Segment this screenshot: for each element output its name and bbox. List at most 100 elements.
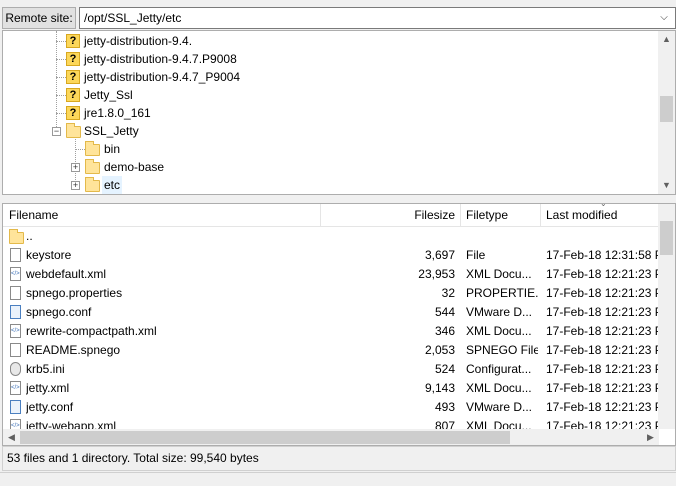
- tree-item[interactable]: − SSL_Jetty: [3, 122, 659, 140]
- folder-icon: [85, 159, 100, 174]
- tree-item[interactable]: ? jetty-distribution-9.4.7_P9004: [3, 68, 659, 86]
- tree-item-selected[interactable]: + etc: [3, 176, 659, 194]
- chevron-down-icon[interactable]: ⌵: [657, 8, 671, 28]
- file-row[interactable]: keystore 3,697 File 17-Feb-18 12:31:58 PM: [3, 246, 659, 265]
- file-list-vscrollbar[interactable]: [658, 204, 675, 429]
- tree-connector: [56, 59, 66, 60]
- tree-item-label: demo-base: [104, 160, 165, 174]
- file-name: ..: [26, 229, 33, 243]
- scroll-thumb[interactable]: [20, 431, 510, 444]
- tree-item[interactable]: ? jetty-distribution-9.4.: [3, 32, 659, 50]
- column-separator[interactable]: [320, 204, 321, 226]
- column-separator[interactable]: [540, 204, 541, 226]
- file-name: webdefault.xml: [26, 267, 107, 281]
- column-separator[interactable]: [460, 204, 461, 226]
- column-filesize[interactable]: Filesize: [328, 204, 455, 226]
- file-list-header: Filename Filesize Filetype Last modified…: [3, 204, 659, 227]
- file-row[interactable]: rewrite-compactpath.xml 346 XML Docu... 17-…: [3, 322, 659, 341]
- remote-site-label: Remote site:: [2, 7, 76, 29]
- tree-item-label: SSL_Jetty: [84, 124, 139, 138]
- tree-connector: [75, 149, 85, 150]
- tree-scrollbar[interactable]: ▲ ▼: [658, 31, 675, 194]
- file-modified: 17-Feb-18 12:31:58 PM: [546, 248, 658, 262]
- file-row[interactable]: webdefault.xml 23,953 XML Docu... 17-Feb-18…: [3, 265, 659, 284]
- file-size: 346: [434, 324, 455, 338]
- file-row[interactable]: spnego.properties 32 PROPERTIE... 17-Feb-18…: [3, 284, 659, 303]
- scroll-thumb[interactable]: [660, 221, 673, 255]
- tree-item[interactable]: bin: [3, 140, 659, 158]
- remote-directory-tree[interactable]: ? jetty-distribution-9.4. ? jetty-distri…: [2, 30, 676, 195]
- remote-path-input[interactable]: /opt/SSL_Jetty/etc ⌵: [79, 7, 676, 29]
- file-type: SPNEGO File: [466, 343, 538, 357]
- remote-site-bar: Remote site: /opt/SSL_Jetty/etc ⌵: [0, 0, 676, 34]
- column-filetype[interactable]: Filetype: [466, 204, 508, 226]
- folder-icon: [85, 177, 100, 192]
- folder-icon: [66, 123, 81, 138]
- file-size: 9,143: [424, 381, 455, 395]
- file-row[interactable]: jetty.xml 9,143 XML Docu... 17-Feb-18 12:21…: [3, 379, 659, 398]
- file-row[interactable]: jetty.conf 493 VMware D... 17-Feb-18 12:21:…: [3, 398, 659, 417]
- tree-item[interactable]: ? jre1.8.0_161: [3, 104, 659, 122]
- file-type: XML Docu...: [466, 381, 532, 395]
- tree-item-label: jetty-distribution-9.4.7.P9008: [84, 52, 237, 66]
- settings-file-icon: [10, 362, 21, 376]
- file-name: spnego.conf: [26, 305, 92, 319]
- file-name: spnego.properties: [26, 286, 123, 300]
- collapse-icon[interactable]: −: [52, 127, 61, 136]
- file-size: 493: [434, 400, 455, 414]
- scroll-down-icon[interactable]: ▼: [658, 177, 675, 194]
- tree-item-label: jetty-distribution-9.4.: [84, 34, 193, 48]
- transfer-queue-header: [0, 472, 676, 486]
- file-name: rewrite-compactpath.xml: [26, 324, 157, 338]
- file-type: Configurat...: [466, 362, 532, 376]
- file-type: VMware D...: [466, 305, 533, 319]
- file-modified: 17-Feb-18 12:21:23 PM: [546, 286, 658, 300]
- sort-indicator-icon: ⌄: [600, 203, 607, 208]
- tree-connector: [56, 41, 66, 42]
- tree-item-label: jre1.8.0_161: [84, 106, 151, 120]
- file-row[interactable]: ..: [3, 227, 659, 246]
- file-name: jetty.xml: [26, 381, 70, 395]
- file-type: File: [466, 248, 486, 262]
- tree-connector: [56, 77, 66, 78]
- expand-icon[interactable]: +: [71, 181, 80, 190]
- xml-file-icon: [10, 267, 21, 281]
- folder-icon: [85, 141, 100, 156]
- tree-item[interactable]: + demo-base: [3, 158, 659, 176]
- xml-file-icon: [10, 381, 21, 395]
- tree-item-label: Jetty_Ssl: [84, 88, 133, 102]
- scroll-thumb[interactable]: [660, 96, 673, 122]
- tree-item[interactable]: ? Jetty_Ssl: [3, 86, 659, 104]
- file-modified: 17-Feb-18 12:21:23 PM: [546, 305, 658, 319]
- tree-item[interactable]: ? jetty-distribution-9.4.7.P9008: [3, 50, 659, 68]
- file-row[interactable]: README.spnego 2,053 SPNEGO File 17-Feb-18 1…: [3, 341, 659, 360]
- file-type: XML Docu...: [466, 267, 532, 281]
- file-type: [466, 227, 538, 246]
- status-text: 53 files and 1 directory. Total size: 99…: [7, 451, 259, 465]
- scroll-up-icon[interactable]: ▲: [658, 31, 675, 48]
- scroll-right-icon[interactable]: ▶: [642, 429, 659, 445]
- file-size: [328, 227, 455, 246]
- file-modified: 17-Feb-18 12:21:23 PM: [546, 324, 658, 338]
- file-size: 23,953: [418, 267, 455, 281]
- tree-item-label: etc: [102, 176, 123, 194]
- file-size: 3,697: [424, 248, 455, 262]
- file-icon: [10, 343, 21, 357]
- expand-icon[interactable]: +: [71, 163, 80, 172]
- file-row[interactable]: krb5.ini 524 Configurat... 17-Feb-18 12:21:…: [3, 360, 659, 379]
- column-filename[interactable]: Filename: [9, 204, 58, 226]
- file-name: jetty.conf: [26, 400, 74, 414]
- remote-file-list[interactable]: Filename Filesize Filetype Last modified…: [2, 203, 676, 446]
- conf-file-icon: [10, 305, 21, 319]
- scroll-left-icon[interactable]: ◀: [3, 429, 20, 445]
- file-size: 544: [434, 305, 455, 319]
- file-row[interactable]: spnego.conf 544 VMware D... 17-Feb-18 12:21…: [3, 303, 659, 322]
- file-modified: 17-Feb-18 12:21:23 PM: [546, 400, 658, 414]
- file-name: keystore: [26, 248, 72, 262]
- file-size: 524: [434, 362, 455, 376]
- file-modified: 17-Feb-18 12:21:23 PM: [546, 267, 658, 281]
- question-folder-icon: ?: [66, 52, 80, 66]
- question-folder-icon: ?: [66, 34, 80, 48]
- file-list-hscrollbar[interactable]: ◀ ▶: [3, 429, 659, 445]
- file-modified: [546, 227, 658, 246]
